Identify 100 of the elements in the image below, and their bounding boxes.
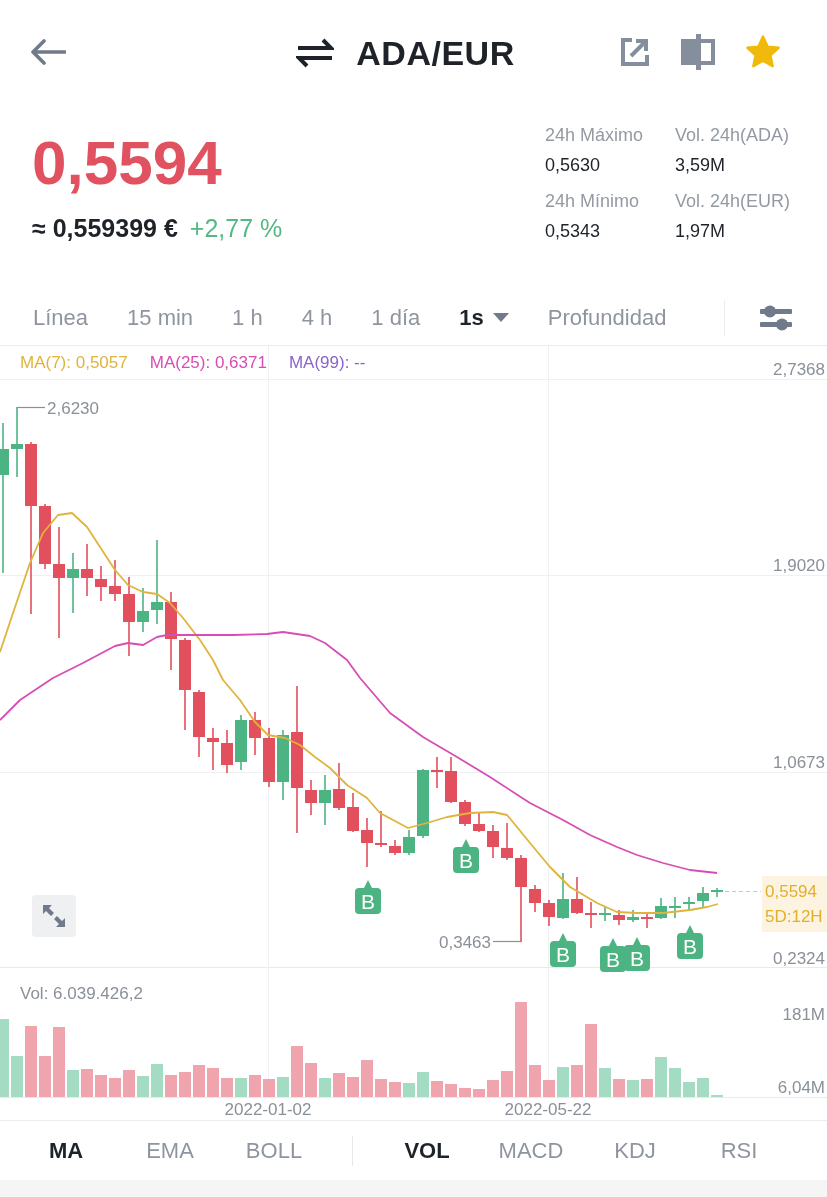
interval-tab[interactable]: Profundidad (547, 302, 667, 333)
candle (697, 886, 709, 909)
ma-legend-item: MA(99): -- (288, 352, 366, 374)
buy-marker: B (453, 839, 479, 873)
stat-value: 0,5630 (545, 154, 602, 177)
volume-bar (389, 1082, 401, 1097)
pair-title: ADA/EUR (356, 33, 515, 73)
volume-bar (235, 1078, 247, 1097)
volume-bar (669, 1068, 681, 1097)
indicator-tab[interactable]: EMA (118, 1135, 222, 1166)
interval-tab[interactable]: 4 h (301, 302, 333, 333)
volume-bar (221, 1078, 233, 1097)
volume-bar (207, 1068, 219, 1097)
candle (627, 909, 639, 923)
candle (333, 762, 345, 811)
volume-bar (109, 1078, 121, 1097)
stat-value: 0,5343 (545, 220, 602, 243)
interval-tab[interactable]: 15 min (127, 302, 194, 333)
candle (683, 896, 695, 911)
date-label: 2022-05-22 (504, 1100, 592, 1119)
star-icon[interactable] (745, 34, 781, 70)
stat-label: 24h Mínimo (545, 190, 641, 213)
buy-marker: B (355, 880, 381, 914)
volume-bar (445, 1084, 457, 1097)
volume-axis-label: 181M (782, 1005, 825, 1024)
candle (235, 714, 247, 771)
swap-icon[interactable] (296, 38, 335, 68)
interval-tab[interactable]: 1 día (371, 302, 421, 333)
candle (193, 689, 205, 758)
volume-bar (333, 1073, 345, 1097)
stat-label: Vol. 24h(ADA) (675, 124, 791, 147)
candle (529, 884, 541, 913)
volume-bar (11, 1056, 23, 1097)
volume-bar (501, 1071, 513, 1097)
candle (39, 503, 51, 570)
external-link-icon[interactable] (619, 36, 651, 68)
candle (431, 756, 443, 789)
split-view-icon[interactable] (681, 34, 715, 70)
volume-bar (151, 1064, 163, 1097)
candle (347, 792, 359, 833)
candle (305, 779, 317, 816)
volume-bar (459, 1088, 471, 1097)
volume-bar (431, 1081, 443, 1097)
indicator-tab[interactable]: BOLL (222, 1135, 326, 1166)
low-price-label: 0,3463 (439, 933, 491, 952)
stat-value: 1,97M (675, 220, 727, 243)
volume-bar (417, 1072, 429, 1097)
candle (109, 559, 121, 602)
volume-bar (641, 1079, 653, 1097)
expand-icon (41, 903, 67, 929)
volume-bar (81, 1069, 93, 1097)
indicator-tab[interactable]: RSI (687, 1135, 791, 1166)
candle (459, 799, 471, 827)
candle (277, 729, 289, 801)
volume-bar (655, 1057, 667, 1097)
interval-tab[interactable]: 1 h (232, 302, 263, 333)
stat-value: 3,59M (675, 154, 727, 177)
indicator-tab[interactable]: KDJ (583, 1135, 687, 1166)
high-price-label: 2,6230 (47, 399, 99, 418)
interval-tab[interactable]: 1s (459, 302, 509, 333)
volume-bar (305, 1063, 317, 1097)
volume-bar (473, 1089, 485, 1097)
settings-icon[interactable] (759, 303, 793, 332)
volume-bar (487, 1080, 499, 1097)
date-label: 2022-01-02 (224, 1100, 312, 1119)
indicator-tab[interactable]: MACD (479, 1135, 583, 1166)
expand-button[interactable] (32, 895, 76, 937)
volume-bar (543, 1080, 555, 1097)
candle (389, 839, 401, 856)
current-price-label: 0,5594 (765, 881, 817, 903)
volume-bar (193, 1065, 205, 1097)
volume-axis-label: 6,04M (777, 1078, 825, 1097)
volume-bar (683, 1082, 695, 1097)
indicator-tab[interactable]: MA (14, 1135, 118, 1166)
volume-bar (291, 1046, 303, 1097)
indicator-tab[interactable]: VOL (375, 1135, 479, 1166)
volume-bar (137, 1076, 149, 1097)
volume-bar (599, 1068, 611, 1097)
volume-bar (123, 1070, 135, 1097)
candle (221, 729, 233, 774)
volume-bar (347, 1077, 359, 1097)
caret-icon (492, 313, 509, 322)
volume-bar (67, 1070, 79, 1097)
ma-legend-item: MA(7): 0,5057 (20, 352, 128, 374)
interval-tab[interactable]: Línea (33, 302, 89, 333)
candle (361, 817, 373, 868)
price-axis-label: 0,2324 (773, 949, 825, 968)
countdown-label: 5D:12H (765, 906, 823, 928)
volume-bar (529, 1065, 541, 1097)
volume-bar (697, 1078, 709, 1097)
candle (417, 768, 429, 839)
price-change: +2,77 % (189, 213, 283, 243)
volume-bar (403, 1083, 415, 1097)
candle (319, 774, 331, 826)
volume-label: Vol: 6.039.426,2 (20, 984, 143, 1003)
back-arrow-icon[interactable] (30, 39, 66, 65)
volume-bar (277, 1077, 289, 1097)
candle (557, 872, 569, 920)
candle (473, 812, 485, 833)
stat-label: 24h Máximo (545, 124, 645, 147)
